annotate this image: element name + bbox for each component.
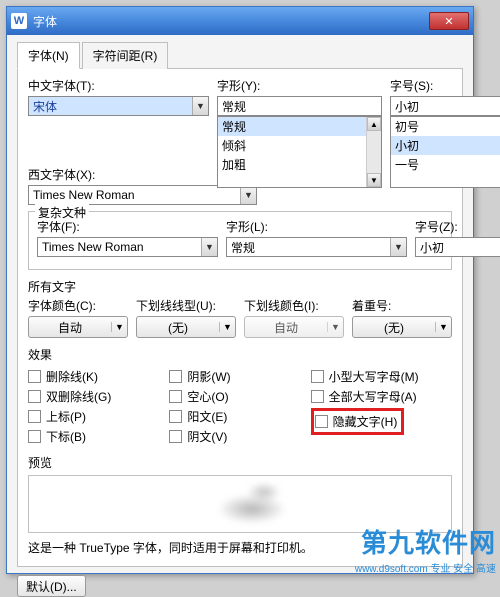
tab-spacing[interactable]: 字符间距(R) [82, 42, 169, 69]
emboss-checkbox[interactable]: 阳文(E) [169, 408, 310, 425]
ul-label: 下划线线型(U): [136, 297, 236, 314]
complex-size-input[interactable] [416, 238, 500, 256]
list-item[interactable]: 初号 [391, 117, 500, 136]
dblstrike-checkbox[interactable]: 双删除线(G) [28, 388, 169, 405]
dropdown-icon[interactable]: ▼ [201, 238, 217, 256]
complex-size-label: 字号(Z): [415, 218, 500, 235]
dropdown-icon[interactable]: ▼ [390, 238, 406, 256]
allcaps-checkbox[interactable]: 全部大写字母(A) [311, 388, 452, 405]
engrave-checkbox[interactable]: 阴文(V) [169, 428, 310, 445]
complex-size-combo[interactable]: ▼ [415, 237, 500, 257]
superscript-checkbox[interactable]: 上标(P) [28, 408, 169, 425]
latin-font-combo[interactable]: ▼ [28, 185, 257, 205]
style-label: 字形(Y): [217, 77, 382, 94]
preview-box [28, 475, 452, 533]
chevron-down-icon: ▼ [111, 322, 127, 332]
list-item[interactable]: 一号 [391, 155, 500, 174]
list-item[interactable]: 常规 [218, 117, 381, 136]
highlight-box: 隐藏文字(H) [311, 408, 405, 435]
scroll-up-icon[interactable]: ▲ [367, 117, 381, 131]
chevron-down-icon: ▼ [435, 322, 451, 332]
close-button[interactable]: ✕ [429, 12, 469, 30]
latin-font-input[interactable] [29, 186, 240, 204]
chevron-down-icon: ▼ [219, 322, 235, 332]
color-drop[interactable]: 自动▼ [28, 316, 128, 338]
window-title: 字体 [33, 13, 429, 30]
emph-label: 着重号: [352, 297, 452, 314]
tab-font[interactable]: 字体(N) [17, 42, 80, 69]
complex-style-label: 字形(L): [226, 218, 407, 235]
style-listbox[interactable]: 常规 倾斜 加粗 ▲ ▼ [217, 116, 382, 188]
complex-legend: 复杂文种 [35, 204, 89, 221]
effects-legend: 效果 [28, 346, 452, 363]
cjk-font-input[interactable] [29, 97, 192, 115]
tab-strip: 字体(N) 字符间距(R) [17, 41, 463, 69]
cjk-font-combo[interactable]: ▼ [28, 96, 209, 116]
dialog-footer: 默认(D)... [17, 575, 463, 597]
scroll-down-icon[interactable]: ▼ [367, 173, 381, 187]
list-item[interactable]: 小初 [391, 136, 500, 155]
tab-panel-font: 中文字体(T): ▼ 字形(Y): 常规 倾斜 加粗 ▲ ▼ [17, 69, 463, 567]
ulc-label: 下划线颜色(I): [244, 297, 344, 314]
list-item[interactable]: 倾斜 [218, 136, 381, 155]
smallcaps-checkbox[interactable]: 小型大写字母(M) [311, 368, 452, 385]
subscript-checkbox[interactable]: 下标(B) [28, 428, 169, 445]
app-icon: W [11, 13, 27, 29]
default-button[interactable]: 默认(D)... [17, 575, 86, 597]
chevron-down-icon: ▼ [327, 322, 343, 332]
list-item[interactable]: 加粗 [218, 155, 381, 174]
preview-legend: 预览 [28, 454, 452, 471]
style-input[interactable] [218, 97, 381, 115]
complex-style-combo[interactable]: ▼ [226, 237, 407, 257]
complex-group: 复杂文种 字体(F): ▼ 字形(L): ▼ 字号(Z): ▼ [28, 211, 452, 270]
titlebar: W 字体 ✕ [7, 7, 473, 35]
complex-font-combo[interactable]: ▼ [37, 237, 218, 257]
alltext-group: 所有文字 字体颜色(C): 自动▼ 下划线线型(U): (无)▼ 下划线颜色(I):… [28, 276, 452, 338]
outline-checkbox[interactable]: 空心(O) [169, 388, 310, 405]
color-label: 字体颜色(C): [28, 297, 128, 314]
complex-style-input[interactable] [227, 238, 390, 256]
ulc-drop[interactable]: 自动▼ [244, 316, 344, 338]
hidden-checkbox[interactable]: 隐藏文字(H) [315, 413, 398, 430]
font-description: 这是一种 TrueType 字体，同时适用于屏幕和打印机。 [28, 539, 452, 556]
latin-font-dropdown-icon[interactable]: ▼ [240, 186, 256, 204]
size-input[interactable] [391, 97, 500, 115]
cjk-font-label: 中文字体(T): [28, 77, 209, 94]
alltext-legend: 所有文字 [28, 278, 452, 295]
preview-group: 预览 这是一种 TrueType 字体，同时适用于屏幕和打印机。 [28, 454, 452, 556]
shadow-checkbox[interactable]: 阴影(W) [169, 368, 310, 385]
size-label: 字号(S): [390, 77, 500, 94]
style-combo[interactable] [217, 96, 382, 116]
font-dialog: W 字体 ✕ 字体(N) 字符间距(R) 中文字体(T): ▼ 字形(Y): [6, 6, 474, 574]
ul-drop[interactable]: (无)▼ [136, 316, 236, 338]
size-listbox[interactable]: 初号 小初 一号 ▲▼ [390, 116, 500, 188]
cjk-font-dropdown-icon[interactable]: ▼ [192, 97, 208, 115]
complex-font-input[interactable] [38, 238, 201, 256]
preview-blur [247, 482, 281, 502]
emph-drop[interactable]: (无)▼ [352, 316, 452, 338]
size-combo[interactable] [390, 96, 500, 116]
strike-checkbox[interactable]: 删除线(K) [28, 368, 169, 385]
effects-group: 效果 删除线(K) 双删除线(G) 上标(P) 下标(B) 阴影(W) 空心(O… [28, 344, 452, 448]
